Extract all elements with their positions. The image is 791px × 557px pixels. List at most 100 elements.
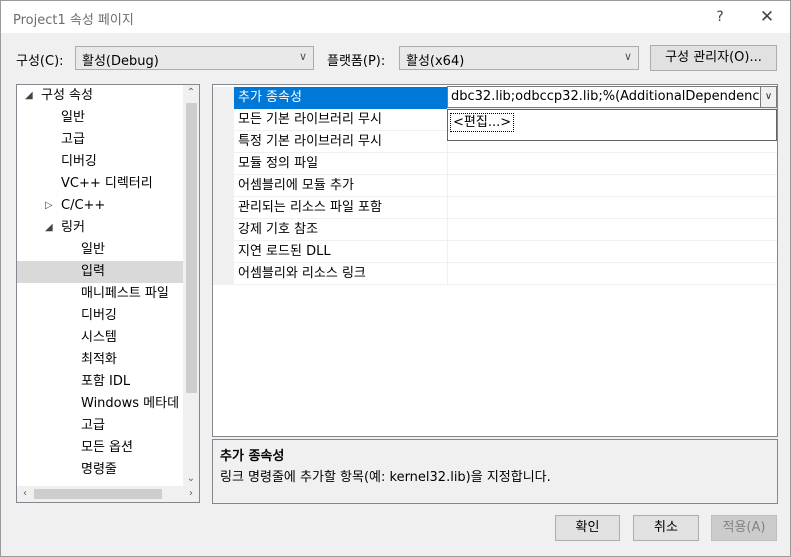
property-row[interactable]: 관리되는 리소스 파일 포함 [213, 197, 777, 219]
help-button[interactable]: ? [705, 5, 735, 29]
row-gutter [213, 219, 234, 241]
row-gutter [213, 131, 234, 153]
platform-combo[interactable]: 활성(x64) ∨ [399, 46, 639, 70]
property-value[interactable] [449, 197, 777, 219]
tree-item[interactable]: VC++ 디렉터리 [17, 173, 184, 195]
chevron-down-icon[interactable]: ∨ [760, 87, 776, 107]
ok-button[interactable]: 확인 [555, 515, 620, 541]
tree-item-label: 명령줄 [81, 462, 117, 477]
property-row[interactable]: 지연 로드된 DLL [213, 241, 777, 263]
tree-item[interactable]: 일반 [17, 107, 184, 129]
property-value[interactable] [449, 241, 777, 263]
tree-vertical-scrollbar[interactable]: ⌃ ⌄ [183, 85, 199, 487]
collapsed-arrow-icon[interactable]: ▷ [45, 195, 53, 217]
property-row[interactable]: 어셈블리와 리소스 링크 [213, 263, 777, 285]
tree-item[interactable]: ▷ C/C++ [17, 195, 184, 217]
tree-item-label: 매니페스트 파일 [81, 286, 169, 301]
tree-item[interactable]: 시스템 [17, 327, 184, 349]
row-gutter [213, 153, 234, 175]
tree-item[interactable]: ◢ 링커 [17, 217, 184, 239]
property-name[interactable]: 모든 기본 라이브러리 무시 [234, 109, 448, 131]
additional-dependencies-input[interactable]: dbc32.lib;odbccp32.lib;%(AdditionalDepen… [447, 86, 777, 108]
window-title: Project1 속성 페이지 [13, 13, 134, 28]
tree-item-label: 링커 [61, 220, 85, 235]
row-gutter [213, 109, 234, 131]
scroll-down-icon[interactable]: ⌄ [183, 471, 199, 487]
property-value[interactable] [449, 175, 777, 197]
tree-item-label: 포함 IDL [81, 374, 131, 389]
property-name[interactable]: 특정 기본 라이브러리 무시 [234, 131, 448, 153]
property-name[interactable]: 관리되는 리소스 파일 포함 [234, 197, 448, 219]
property-tree: ◢ 구성 속성 일반 고급 디버깅 VC++ 디렉터리 ▷ C/C++ ◢ 링커 일반 입력 매니페스트… [16, 84, 200, 503]
apply-button[interactable]: 적용(A) [711, 515, 777, 541]
row-gutter [213, 175, 234, 197]
edit-option[interactable]: <편집...> [450, 113, 515, 132]
expanded-arrow-icon[interactable]: ◢ [25, 85, 33, 107]
tree-item[interactable]: 포함 IDL [17, 371, 184, 393]
value-dropdown-list: <편집...> [447, 109, 777, 141]
additional-dependencies-value: dbc32.lib;odbccp32.lib;%(AdditionalDepen… [451, 89, 777, 104]
platform-label: 플랫폼(P): [327, 54, 386, 69]
property-name[interactable]: 추가 종속성 [234, 87, 448, 109]
tree-item-label: 시스템 [81, 330, 117, 345]
property-name[interactable]: 어셈블리에 모듈 추가 [234, 175, 448, 197]
description-title: 추가 종속성 [220, 449, 285, 464]
expanded-arrow-icon[interactable]: ◢ [45, 217, 53, 239]
scroll-thumb[interactable] [186, 103, 197, 393]
row-gutter [213, 197, 234, 219]
property-name[interactable]: 모듈 정의 파일 [234, 153, 448, 175]
tree-item-label: 디버깅 [81, 308, 117, 323]
chevron-down-icon: ∨ [298, 50, 307, 63]
property-pages-dialog: Project1 속성 페이지 ? ✕ 구성(C): 활성(Debug) ∨ 플… [0, 0, 791, 557]
row-gutter [213, 87, 234, 109]
tree-horizontal-scrollbar[interactable]: ‹ › [17, 486, 199, 502]
property-row[interactable]: 어셈블리에 모듈 추가 [213, 175, 777, 197]
configuration-manager-button[interactable]: 구성 관리자(O)... [650, 45, 777, 71]
property-name[interactable]: 어셈블리와 리소스 링크 [234, 263, 448, 285]
cancel-button[interactable]: 취소 [633, 515, 699, 541]
tree-item-label: 입력 [81, 264, 105, 279]
scroll-right-icon[interactable]: › [183, 486, 199, 502]
scroll-left-icon[interactable]: ‹ [17, 486, 33, 502]
tree-item[interactable]: 매니페스트 파일 [17, 283, 184, 305]
tree-item[interactable]: 명령줄 [17, 459, 184, 481]
tree-item-label: 고급 [61, 132, 85, 147]
row-gutter [213, 263, 234, 285]
tree-item[interactable]: 입력 [17, 261, 184, 283]
configuration-label: 구성(C): [16, 54, 64, 69]
title-bar: Project1 속성 페이지 ? ✕ [1, 1, 790, 33]
tree-item-label: 최적화 [81, 352, 117, 367]
tree-item[interactable]: 디버깅 [17, 305, 184, 327]
property-value[interactable] [449, 153, 777, 175]
tree-item[interactable]: 일반 [17, 239, 184, 261]
chevron-down-icon: ∨ [623, 50, 632, 63]
tree-item[interactable]: 모든 옵션 [17, 437, 184, 459]
tree-item-label: 모든 옵션 [81, 440, 133, 455]
close-button[interactable]: ✕ [752, 5, 782, 29]
property-value[interactable] [449, 219, 777, 241]
property-row[interactable]: 모듈 정의 파일 [213, 153, 777, 175]
tree-item[interactable]: Windows 메타데 [17, 393, 184, 415]
scroll-up-icon[interactable]: ⌃ [183, 85, 199, 101]
property-value[interactable] [449, 263, 777, 285]
property-name[interactable]: 강제 기호 참조 [234, 219, 448, 241]
platform-value: 활성(x64) [406, 54, 465, 69]
property-name[interactable]: 지연 로드된 DLL [234, 241, 448, 263]
tree-item[interactable]: 고급 [17, 415, 184, 437]
tree-item-label: 일반 [61, 110, 85, 125]
tree-item[interactable]: 고급 [17, 129, 184, 151]
tree-item[interactable]: 디버깅 [17, 151, 184, 173]
tree-item-label: 고급 [81, 418, 105, 433]
row-gutter [213, 241, 234, 263]
description-text: 링크 명령줄에 추가할 항목(예: kernel32.lib)을 지정합니다. [220, 470, 551, 485]
configuration-value: 활성(Debug) [82, 54, 159, 69]
configuration-combo[interactable]: 활성(Debug) ∨ [75, 46, 314, 70]
description-panel: 추가 종속성 링크 명령줄에 추가할 항목(예: kernel32.lib)을 … [212, 439, 778, 504]
scroll-thumb[interactable] [34, 489, 162, 499]
tree-item-label: C/C++ [61, 198, 106, 213]
tree-item-label: Windows 메타데 [81, 396, 180, 411]
tree-item[interactable]: ◢ 구성 속성 [17, 85, 184, 107]
tree-item[interactable]: 최적화 [17, 349, 184, 371]
property-row[interactable]: 강제 기호 참조 [213, 219, 777, 241]
tree-item-label: VC++ 디렉터리 [61, 176, 153, 191]
